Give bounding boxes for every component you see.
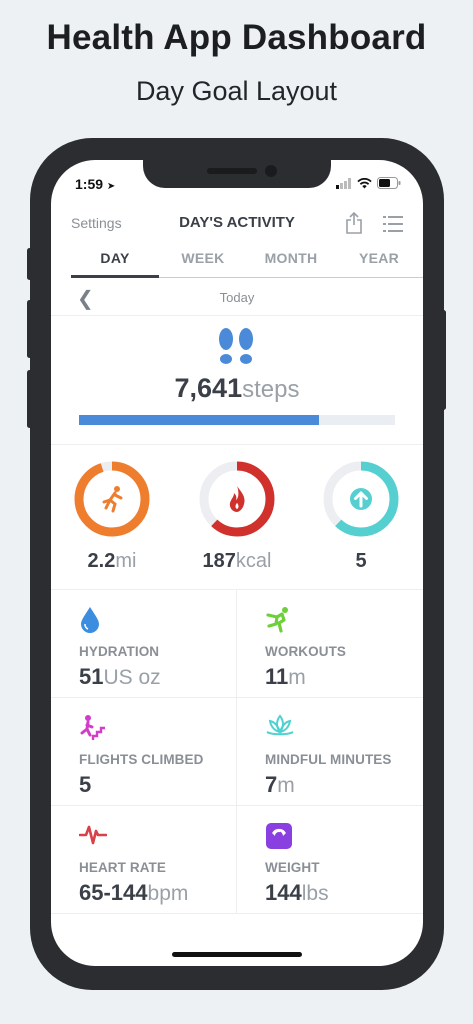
metric-number: 5 <box>79 772 92 797</box>
arrow-up-icon <box>350 488 372 510</box>
distance-unit: mi <box>115 550 137 572</box>
date-navigator: ❮ Today <box>51 280 423 316</box>
metric-label: WEIGHT <box>265 860 320 875</box>
share-icon[interactable] <box>345 212 363 234</box>
phone-notch <box>143 160 331 188</box>
metric-value: 51US oz <box>79 664 161 690</box>
tab-year[interactable]: YEAR <box>335 250 423 277</box>
tab-week[interactable]: WEEK <box>159 250 247 277</box>
distance-number: 2.2 <box>87 550 116 572</box>
calories-number: 187 <box>202 550 236 572</box>
scale-icon <box>266 823 292 849</box>
calories-ring[interactable] <box>198 460 276 543</box>
location-arrow-icon: ➤ <box>106 181 116 192</box>
battery-icon <box>377 177 401 189</box>
list-icon[interactable] <box>383 215 403 233</box>
tab-day[interactable]: DAY <box>71 250 159 278</box>
period-tabs: DAY WEEK MONTH YEAR <box>71 250 423 278</box>
metric-label: MINDFUL MINUTES <box>265 752 392 767</box>
tab-month[interactable]: MONTH <box>247 250 335 277</box>
stand-ring[interactable] <box>322 460 400 543</box>
distance-ring[interactable] <box>73 460 151 543</box>
phone-side-button <box>441 310 446 410</box>
status-time-label: 1:59 <box>75 176 104 192</box>
metric-workouts[interactable]: WORKOUTS 11m <box>237 590 423 698</box>
date-label: Today <box>219 290 255 305</box>
metric-weight[interactable]: WEIGHT 144lbs <box>237 806 423 914</box>
steps-summary[interactable]: 7,641steps <box>51 317 423 445</box>
steps-progress-bar <box>79 415 395 425</box>
distance-ring-graphic <box>74 461 150 537</box>
metric-number: 51 <box>79 664 104 689</box>
metric-label: HYDRATION <box>79 644 160 659</box>
metric-unit: bpm <box>147 882 189 905</box>
metric-value: 144lbs <box>265 880 329 906</box>
metric-label: WORKOUTS <box>265 644 347 659</box>
heartbeat-icon <box>79 825 107 845</box>
status-indicators <box>336 177 401 189</box>
steps-progress-fill <box>79 415 320 425</box>
speaker-grille <box>207 168 257 174</box>
metric-value: 5 <box>79 772 91 798</box>
signal-icon <box>336 177 351 189</box>
activity-rings: 2.2mi 187kcal 5 <box>51 446 423 590</box>
metric-value: 7m <box>265 772 295 798</box>
stand-value: 5 <box>301 550 421 573</box>
app-screen: 1:59 ➤ Settings DAY'S ACTIVITY DAY WEEK … <box>51 160 423 966</box>
stand-number: 5 <box>355 550 367 572</box>
wifi-icon <box>357 177 372 188</box>
calories-ring-graphic <box>199 461 275 537</box>
metric-heart-rate[interactable]: HEART RATE 65-144bpm <box>51 806 237 914</box>
metric-flights-climbed[interactable]: FLIGHTS CLIMBED 5 <box>51 698 237 806</box>
metric-number: 11 <box>265 664 289 689</box>
metric-hydration[interactable]: HYDRATION 51US oz <box>51 590 237 698</box>
metric-value: 11m <box>265 664 306 690</box>
water-drop-icon <box>81 607 99 633</box>
metric-number: 65-144 <box>79 880 148 905</box>
metric-unit: lbs <box>301 882 329 905</box>
phone-side-button <box>27 370 32 428</box>
steps-unit: steps <box>242 376 300 403</box>
stand-ring-graphic <box>323 461 399 537</box>
distance-value: 2.2mi <box>52 550 172 573</box>
steps-count: 7,641steps <box>51 373 423 404</box>
promo-headline: Health App Dashboard <box>46 18 427 57</box>
metric-value: 65-144bpm <box>79 880 188 906</box>
metric-label: HEART RATE <box>79 860 166 875</box>
phone-side-button <box>27 300 32 358</box>
page-title: DAY'S ACTIVITY <box>179 214 295 231</box>
metric-number: 7 <box>265 772 278 797</box>
front-camera <box>265 165 277 177</box>
calories-unit: kcal <box>235 550 272 572</box>
lotus-icon <box>266 714 294 736</box>
running-icon <box>102 486 123 513</box>
calories-value: 187kcal <box>177 550 297 573</box>
footprints-icon <box>219 328 253 364</box>
promo-subhead: Day Goal Layout <box>135 76 338 106</box>
metric-label: FLIGHTS CLIMBED <box>79 752 204 767</box>
metric-unit: m <box>277 774 295 797</box>
stairs-climber-icon <box>80 715 105 740</box>
metric-number: 144 <box>265 880 302 905</box>
status-time: 1:59 ➤ <box>75 176 115 192</box>
workout-figure-icon <box>266 607 288 633</box>
steps-value: 7,641 <box>174 373 243 403</box>
metric-unit: US oz <box>103 666 161 689</box>
phone-side-button <box>27 248 32 280</box>
metric-unit: m <box>288 666 306 689</box>
metric-mindful-minutes[interactable]: MINDFUL MINUTES 7m <box>237 698 423 806</box>
home-indicator[interactable] <box>172 952 302 957</box>
